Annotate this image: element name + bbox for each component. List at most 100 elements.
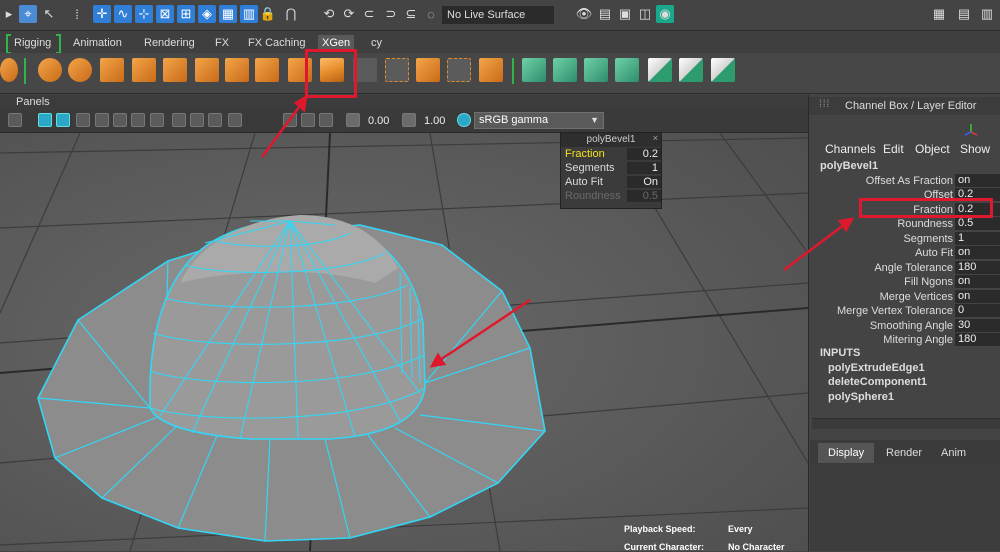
modeling-toolkit-icon[interactable]: ▦ xyxy=(930,5,948,23)
channels-menu[interactable]: Channels xyxy=(825,142,876,156)
exposure-icon[interactable] xyxy=(346,113,360,127)
uv-cylindrical-icon[interactable] xyxy=(553,58,577,82)
attr-value[interactable]: on xyxy=(955,275,1000,288)
ssao-icon[interactable] xyxy=(172,113,186,127)
render-frame-icon[interactable]: ▤ xyxy=(596,5,614,23)
lock-icon[interactable]: 🔒 xyxy=(259,5,277,23)
combine-icon[interactable] xyxy=(38,58,62,82)
attr-value[interactable]: 1 xyxy=(955,232,1000,245)
attr-value[interactable]: 180 xyxy=(955,261,1000,274)
history-icon[interactable]: ⟲ xyxy=(320,5,338,23)
magnet-plane-icon[interactable]: ⊃ xyxy=(382,5,400,23)
object-menu[interactable]: Object xyxy=(915,142,950,156)
tool-settings-icon[interactable]: ▥ xyxy=(978,5,996,23)
attr-row[interactable]: Angle Tolerance 180 xyxy=(810,261,1000,275)
magnet-live-icon[interactable]: ⊂ xyxy=(360,5,378,23)
film-gate-icon[interactable] xyxy=(301,113,315,127)
tab-fx-caching[interactable]: FX Caching xyxy=(248,35,305,51)
uv-editor-icon[interactable] xyxy=(711,58,735,82)
channel-box-scrollbar[interactable] xyxy=(812,418,1000,429)
ipr-icon[interactable]: ▣ xyxy=(616,5,634,23)
uv-layout-icon[interactable] xyxy=(679,58,703,82)
gamma-value[interactable]: 1.00 xyxy=(424,113,445,129)
attr-row[interactable]: Roundness 0.5 xyxy=(810,217,1000,231)
uv-spherical-icon[interactable] xyxy=(584,58,608,82)
target-weld-icon[interactable] xyxy=(447,58,471,82)
playback-speed-value[interactable]: Every xyxy=(728,524,753,534)
viewport[interactable] xyxy=(0,133,808,551)
snap-face-icon[interactable]: ▥ xyxy=(240,5,258,23)
attribute-editor-icon[interactable]: ▤ xyxy=(955,5,973,23)
construct-icon[interactable]: ⟳ xyxy=(340,5,358,23)
lasso-icon[interactable]: ↖ xyxy=(40,5,58,23)
bevel-value-field[interactable]: 0.2 xyxy=(627,148,661,160)
textured-icon[interactable] xyxy=(113,113,127,127)
node-name[interactable]: polyBevel1 xyxy=(820,160,878,172)
uv-auto-icon[interactable] xyxy=(615,58,639,82)
render-view-icon[interactable]: 👁 xyxy=(575,5,593,23)
smooth-icon[interactable] xyxy=(132,58,156,82)
menu-arrow-icon[interactable]: ▸ xyxy=(0,5,18,23)
live-surface-field[interactable]: No Live Surface xyxy=(442,6,554,24)
attr-row[interactable]: Segments 1 xyxy=(810,232,1000,246)
attr-value[interactable]: 30 xyxy=(955,319,1000,332)
snap-edge-icon[interactable]: ▦ xyxy=(219,5,237,23)
attr-value[interactable]: on xyxy=(955,246,1000,259)
bevel-value-field[interactable]: 1 xyxy=(627,162,661,174)
separate-icon[interactable] xyxy=(68,58,92,82)
edit-menu[interactable]: Edit xyxy=(883,142,904,156)
bevel-row-auto-fit[interactable]: Auto Fit On xyxy=(565,175,661,189)
attr-row[interactable]: Merge Vertices on xyxy=(810,290,1000,304)
tab-animation[interactable]: Animation xyxy=(73,35,122,51)
bevel-value-field[interactable]: 0.5 xyxy=(627,190,661,202)
antialias-icon[interactable] xyxy=(208,113,222,127)
tab-rigging[interactable]: Rigging xyxy=(14,35,51,51)
camera-attributes-icon[interactable] xyxy=(8,113,22,127)
attr-value[interactable]: on xyxy=(955,290,1000,303)
grid-toggle-icon[interactable] xyxy=(283,113,297,127)
grip-icon[interactable]: ⁞⁞⁞ xyxy=(819,99,830,110)
close-icon[interactable]: × xyxy=(653,133,658,143)
snap-surface-icon[interactable]: ⊞ xyxy=(177,5,195,23)
attr-row[interactable]: Fill Ngons on xyxy=(810,275,1000,289)
xray-icon[interactable] xyxy=(95,113,109,127)
resolution-gate-icon[interactable] xyxy=(319,113,333,127)
tab-render[interactable]: Render xyxy=(876,443,932,463)
bevel-value-field[interactable]: On xyxy=(627,176,661,188)
lighting-icon[interactable] xyxy=(131,113,145,127)
attr-value[interactable]: 0 xyxy=(955,304,1000,317)
bevel-row-segments[interactable]: Segments 1 xyxy=(565,161,661,175)
attr-value[interactable]: 180 xyxy=(955,333,1000,346)
render-settings-icon[interactable]: ◫ xyxy=(636,5,654,23)
show-menu[interactable]: Show xyxy=(960,142,990,156)
extract-icon[interactable] xyxy=(100,58,124,82)
exposure-value[interactable]: 0.00 xyxy=(368,113,389,129)
extrude-icon[interactable] xyxy=(255,58,279,82)
tab-cy[interactable]: cy xyxy=(371,35,382,51)
quad-draw-icon[interactable] xyxy=(479,58,503,82)
magnet-icon[interactable]: ⋂ xyxy=(282,5,300,23)
motion-blur-icon[interactable] xyxy=(190,113,204,127)
magnet-view-icon[interactable]: ⊆ xyxy=(402,5,420,23)
uv-planar-icon[interactable] xyxy=(522,58,546,82)
input-node[interactable]: polySphere1 xyxy=(828,391,894,403)
hypershade-icon[interactable]: ◉ xyxy=(656,5,674,23)
fill-hole-icon[interactable] xyxy=(416,58,440,82)
input-node[interactable]: polyExtrudeEdge1 xyxy=(828,362,925,374)
tab-anim[interactable]: Anim xyxy=(931,443,976,463)
cylinder-icon[interactable] xyxy=(0,58,18,82)
snap-vertex-icon[interactable]: ◈ xyxy=(198,5,216,23)
multi-cut-icon[interactable] xyxy=(225,58,249,82)
snap-curve-icon[interactable]: ∿ xyxy=(114,5,132,23)
bridge-icon[interactable] xyxy=(195,58,219,82)
input-node[interactable]: deleteComponent1 xyxy=(828,376,927,388)
wireframe-on-shaded-icon[interactable] xyxy=(76,113,90,127)
bevel-row-roundness[interactable]: Roundness 0.5 xyxy=(565,189,661,203)
smooth-shade-icon[interactable] xyxy=(56,113,70,127)
attr-row[interactable]: Auto Fit on xyxy=(810,246,1000,260)
tab-fx[interactable]: FX xyxy=(215,35,229,51)
attr-row[interactable]: Merge Vertex Tolerance 0 xyxy=(810,304,1000,318)
bevel-row-fraction[interactable]: Fraction 0.2 xyxy=(565,147,661,161)
offset-edge-icon[interactable] xyxy=(385,58,409,82)
panels-menu[interactable]: Panels xyxy=(16,96,50,108)
